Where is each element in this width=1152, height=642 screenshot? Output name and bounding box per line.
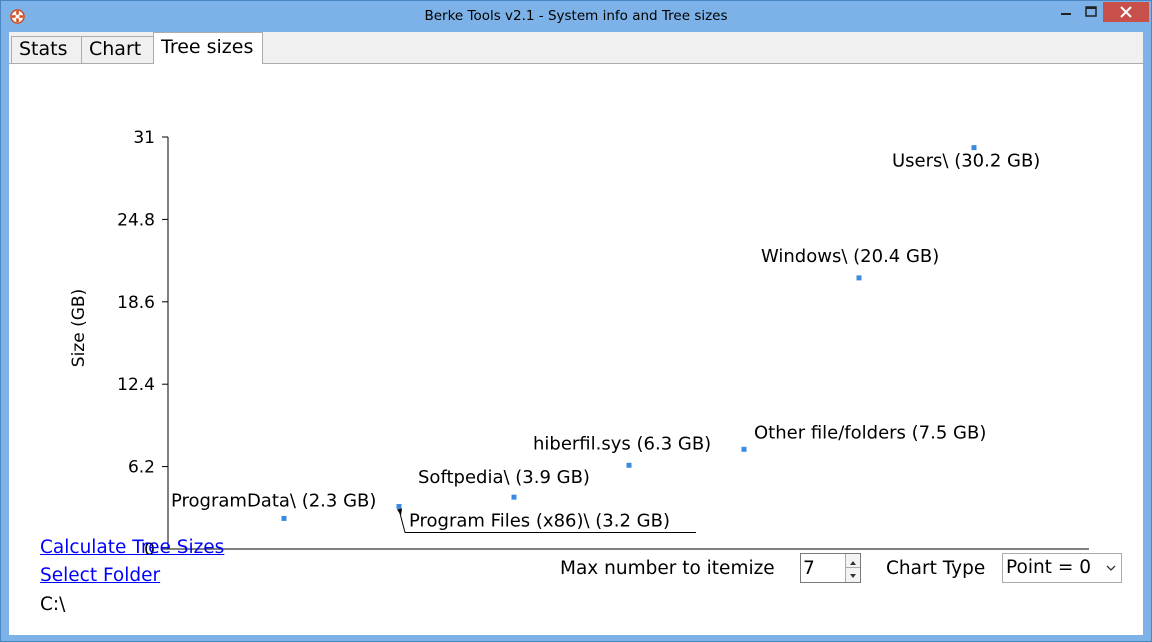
y-axis-label: Size (GB) xyxy=(69,289,89,367)
chart-type-label: Chart Type xyxy=(886,558,986,579)
tab-stats[interactable]: Stats xyxy=(11,36,82,63)
spin-up-button[interactable] xyxy=(845,554,860,568)
chart-type-select[interactable]: Point = 0 xyxy=(1002,553,1122,583)
data-point xyxy=(396,503,402,509)
maximize-icon xyxy=(1085,6,1097,17)
data-point xyxy=(741,446,747,452)
y-tick-label: 31 xyxy=(133,128,155,148)
data-label: Program Files (x86)\ (3.2 GB) xyxy=(409,510,670,531)
data-label: Users\ (30.2 GB) xyxy=(892,151,1040,172)
window-title: Berke Tools v2.1 - System info and Tree … xyxy=(424,8,728,24)
data-label: Softpedia\ (3.9 GB) xyxy=(418,467,590,488)
tree-sizes-panel: 0 6.2 12.4 18.6 24.8 31 ProgramData\ (2.3 GB)… xyxy=(9,63,1143,635)
data-point xyxy=(971,145,977,151)
data-point xyxy=(511,494,517,500)
callout-arrowhead xyxy=(397,508,402,516)
minimize-icon xyxy=(1061,13,1071,15)
close-icon xyxy=(1120,6,1132,18)
y-tick-label: 12.4 xyxy=(117,375,155,395)
select-folder-link[interactable]: Select Folder xyxy=(40,565,160,586)
close-button[interactable] xyxy=(1103,2,1149,22)
current-path: C:\ xyxy=(40,594,66,615)
y-tick-label: 24.8 xyxy=(117,210,155,230)
max-itemize-stepper[interactable] xyxy=(800,553,861,583)
data-label: Windows\ (20.4 GB) xyxy=(761,246,939,267)
data-label: Other file/folders (7.5 GB) xyxy=(754,422,986,443)
calculate-tree-sizes-link[interactable]: Calculate Tree Sizes xyxy=(40,537,224,558)
tab-tree-sizes[interactable]: Tree sizes xyxy=(153,32,263,64)
dropdown-arrow-icon xyxy=(1106,565,1116,571)
data-label: ProgramData\ (2.3 GB) xyxy=(171,490,376,511)
max-itemize-label: Max number to itemize xyxy=(560,558,775,579)
client-area: Stats Chart Tree sizes 0 6.2 12.4 18.6 24.8 3… xyxy=(9,32,1143,635)
chevron-down-icon xyxy=(850,574,856,578)
max-itemize-input[interactable] xyxy=(801,554,845,582)
y-tick-label: 6.2 xyxy=(128,458,155,478)
tab-chart[interactable]: Chart xyxy=(81,36,154,63)
data-label: hiberfil.sys (6.3 GB) xyxy=(533,433,711,454)
tab-strip: Stats Chart Tree sizes xyxy=(9,32,1143,64)
spin-down-button[interactable] xyxy=(845,568,860,582)
data-point xyxy=(626,462,632,468)
data-point xyxy=(281,515,287,521)
app-window: Berke Tools v2.1 - System info and Tree … xyxy=(0,0,1152,642)
maximize-button[interactable] xyxy=(1079,2,1103,22)
data-point xyxy=(856,275,862,281)
title-bar[interactable]: Berke Tools v2.1 - System info and Tree … xyxy=(1,1,1151,32)
y-tick-label: 18.6 xyxy=(117,293,155,313)
chart-type-value: Point = 0 xyxy=(1006,557,1091,578)
minimize-button[interactable] xyxy=(1053,2,1079,22)
